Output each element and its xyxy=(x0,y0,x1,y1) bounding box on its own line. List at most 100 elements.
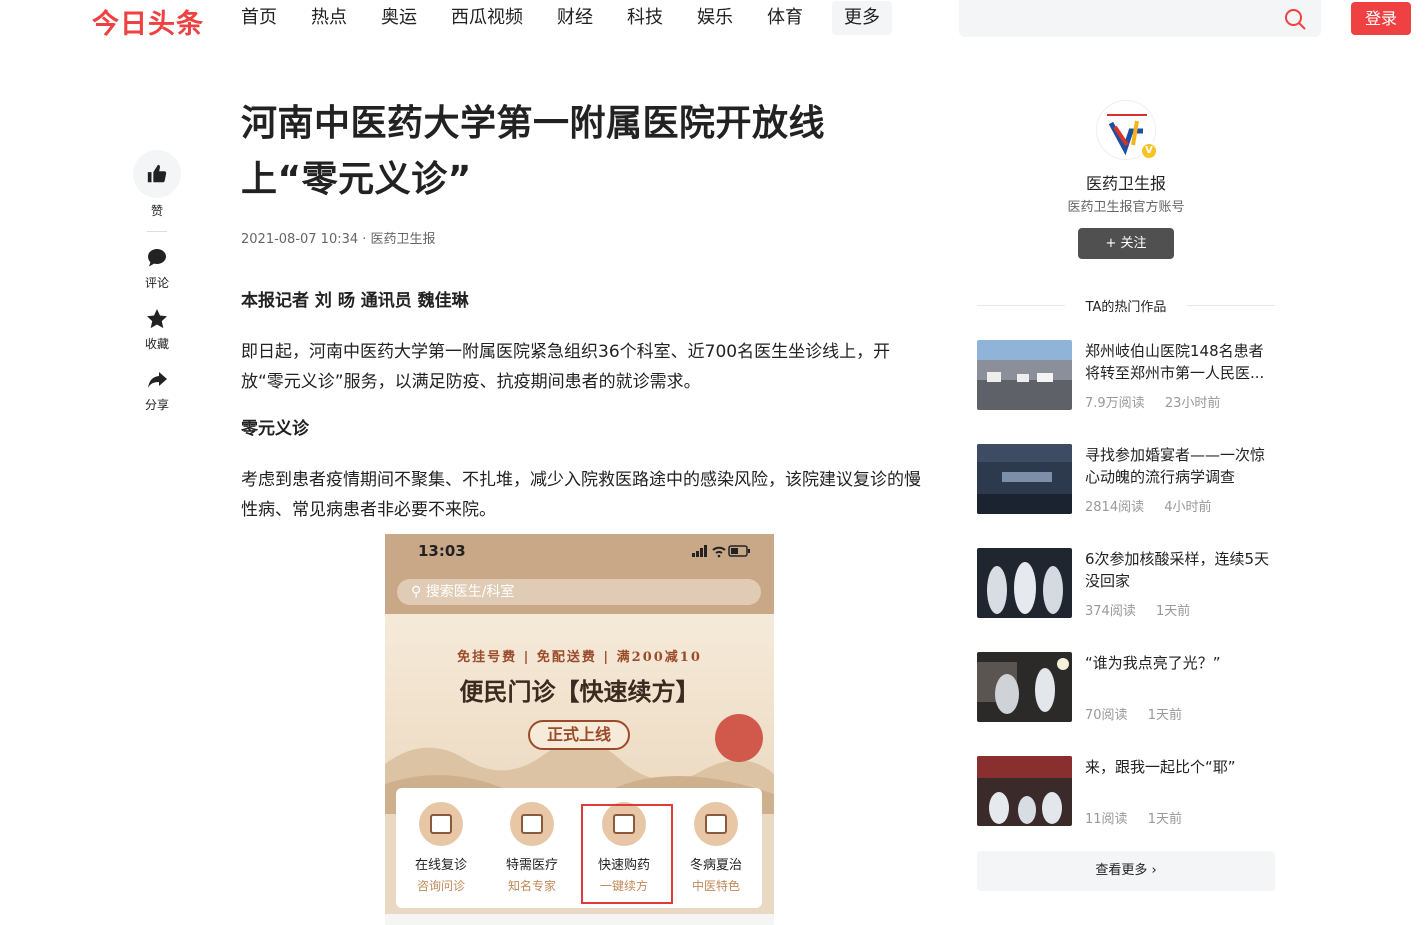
search-input[interactable] xyxy=(971,6,1271,32)
see-more-label: 查看更多 xyxy=(1095,863,1148,878)
comment-label: 评论 xyxy=(144,276,169,290)
author-name[interactable]: 医药卫生报 xyxy=(977,170,1275,194)
hot-work-reads: 2814阅读 xyxy=(1085,500,1145,515)
hot-work-reads: 11阅读 xyxy=(1085,812,1128,827)
hot-work-item[interactable]: 郑州岐伯山医院148名患者将转至郑州市第一人民医... 7.9万阅读 23小时前 xyxy=(977,340,1275,444)
hot-work-item[interactable]: 寻找参加婚宴者——一次惊心动魄的流行病学调查 2814阅读 4小时前 xyxy=(977,444,1275,548)
hot-work-item[interactable]: 6次参加核酸采样，连续5天没回家 374阅读 1天前 xyxy=(977,548,1275,652)
nav-more-button[interactable]: 更多 xyxy=(832,1,892,35)
hot-work-title[interactable]: 6次参加核酸采样，连续5天没回家 xyxy=(1085,548,1275,592)
hot-work-item[interactable]: 来，跟我一起比个“耶” 11阅读 1天前 xyxy=(977,756,1275,860)
hot-work-time: 23小时前 xyxy=(1164,396,1221,411)
article-paragraph: 考虑到患者疫情期间不聚集、不扎堆，减少入院救医路途中的感染风险，该院建议复诊的慢… xyxy=(241,470,921,520)
share-icon xyxy=(148,372,167,388)
follow-button[interactable]: + 关注 xyxy=(1078,228,1174,259)
signal-wifi-battery-icon xyxy=(692,545,750,558)
service-winter-summer: 冬病夏治 中医特色 xyxy=(671,802,761,894)
hot-work-reads: 374阅读 xyxy=(1085,604,1136,619)
hot-work-title[interactable]: 郑州岐伯山医院148名患者将转至郑州市第一人民医... xyxy=(1085,340,1275,384)
article-actions: 赞 评论 收藏 分享 xyxy=(132,150,182,429)
hot-work-thumbnail[interactable] xyxy=(977,756,1072,826)
chevron-right-icon: › xyxy=(1151,863,1157,878)
hot-work-reads: 7.9万阅读 xyxy=(1085,396,1145,411)
star-icon xyxy=(147,309,167,329)
hot-work-reads: 70阅读 xyxy=(1085,708,1128,723)
main-nav: 首页 热点 奥运 西瓜视频 财经 科技 娱乐 体育 更多 xyxy=(228,0,900,36)
hot-work-thumbnail[interactable] xyxy=(977,652,1072,722)
share-button[interactable]: 分享 xyxy=(132,368,182,413)
dice-icon xyxy=(694,802,738,846)
comment-icon xyxy=(148,249,166,267)
like-label: 赞 xyxy=(150,204,163,218)
site-logo[interactable]: 今日头条 xyxy=(92,2,204,41)
hot-work-thumbnail[interactable] xyxy=(977,340,1072,410)
login-button[interactable]: 登录 xyxy=(1351,2,1411,35)
service-sub: 知名专家 xyxy=(507,879,556,893)
service-name: 冬病夏治 xyxy=(689,858,742,873)
service-highlight-box xyxy=(581,804,673,904)
hot-work-time: 1天前 xyxy=(1155,604,1191,619)
like-button[interactable] xyxy=(133,150,181,198)
hot-work-time: 1天前 xyxy=(1147,708,1182,723)
comment-button[interactable]: 评论 xyxy=(132,246,182,291)
nav-item-olympics[interactable]: 奥运 xyxy=(368,1,430,35)
hot-work-time: 1天前 xyxy=(1147,812,1182,827)
service-sub: 咨询问诊 xyxy=(416,879,465,893)
phone-search-placeholder: 搜索医生/科室 xyxy=(425,584,515,600)
hot-work-time: 4小时前 xyxy=(1164,500,1212,515)
author-description: 医药卫生报官方账号 xyxy=(1067,200,1185,215)
favorite-button[interactable]: 收藏 xyxy=(132,307,182,352)
phone-banner-badge: 正式上线 xyxy=(528,720,630,750)
phone-bottom-strip xyxy=(385,914,774,925)
article-byline: 本报记者 刘 旸 通讯员 魏佳琳 xyxy=(241,291,469,311)
hot-work-item[interactable]: “谁为我点亮了光？” 70阅读 1天前 xyxy=(977,652,1275,756)
hot-work-title[interactable]: “谁为我点亮了光？” xyxy=(1085,652,1275,674)
thumbs-up-icon xyxy=(147,164,167,183)
see-more-button[interactable]: 查看更多 › xyxy=(977,851,1275,891)
hot-work-stats: 7.9万阅读 23小时前 xyxy=(1085,392,1236,411)
service-special-medical: 特需医疗 知名专家 xyxy=(487,802,577,894)
hot-work-thumbnail[interactable] xyxy=(977,444,1072,514)
hot-work-stats: 11阅读 1天前 xyxy=(1085,808,1198,827)
top-header: 今日头条 首页 热点 奥运 西瓜视频 财经 科技 娱乐 体育 更多 登录 xyxy=(0,0,1425,40)
action-divider xyxy=(147,231,167,232)
phone-banner-title: 便民门诊【快速续方】 xyxy=(459,677,700,706)
nav-item-hot[interactable]: 热点 xyxy=(298,1,360,35)
service-online-revisit: 在线复诊 咨询问诊 xyxy=(396,802,486,894)
nav-item-finance[interactable]: 财经 xyxy=(544,1,606,35)
phone-banner-tags: 免挂号费 | 免配送费 | 满200减10 xyxy=(457,650,702,665)
phone-status-icons xyxy=(692,544,750,561)
hot-work-stats: 374阅读 1天前 xyxy=(1085,600,1206,619)
phone-search-icon: ⚲ xyxy=(411,584,422,600)
nav-item-sports[interactable]: 体育 xyxy=(754,1,816,35)
nav-item-xigua-video[interactable]: 西瓜视频 xyxy=(438,1,536,35)
search-icon[interactable] xyxy=(1283,7,1307,31)
sun-illustration xyxy=(715,714,763,762)
service-name: 在线复诊 xyxy=(414,858,467,873)
verified-badge-icon: V xyxy=(1140,142,1158,160)
hot-work-title[interactable]: 来，跟我一起比个“耶” xyxy=(1085,756,1275,778)
article-title: 河南中医药大学第一附属医院开放线上“零元义诊” xyxy=(241,103,826,200)
phone-banner: 免挂号费 | 免配送费 | 满200减10 便民门诊【快速续方】 正式上线 xyxy=(385,614,774,814)
divider-line xyxy=(1187,305,1275,306)
hot-work-title[interactable]: 寻找参加婚宴者——一次惊心动魄的流行病学调查 xyxy=(1085,444,1275,488)
article-paragraph: 即日起，河南中医药大学第一附属医院紧急组织36个科室、近700名医生坐诊线上，开… xyxy=(241,342,891,392)
hot-work-stats: 70阅读 1天前 xyxy=(1085,704,1198,723)
hot-work-thumbnail[interactable] xyxy=(977,548,1072,618)
phone-time: 13:03 xyxy=(418,542,466,560)
phone-header: 13:03 ⚲ 搜索医生/科室 xyxy=(385,534,774,614)
hot-works-list: 郑州岐伯山医院148名患者将转至郑州市第一人民医... 7.9万阅读 23小时前… xyxy=(977,340,1275,860)
service-sub: 中医特色 xyxy=(691,879,740,893)
article-body: 河南中医药大学第一附属医院开放线上“零元义诊” 2021-08-07 10:34… xyxy=(241,96,921,525)
hot-work-stats: 2814阅读 4小时前 xyxy=(1085,496,1228,515)
article-meta: 2021-08-07 10:34 · 医药卫生报 xyxy=(241,232,436,247)
nav-item-home[interactable]: 首页 xyxy=(228,1,290,35)
service-name: 特需医疗 xyxy=(505,858,558,873)
article-image-phone-screenshot[interactable]: 13:03 ⚲ 搜索医生/科室 免挂号费 | 免配送费 | 满200减10 便民… xyxy=(385,534,774,925)
nav-item-entertainment[interactable]: 娱乐 xyxy=(684,1,746,35)
nav-item-tech[interactable]: 科技 xyxy=(614,1,676,35)
clipboard-check-icon xyxy=(419,802,463,846)
article-subheading: 零元义诊 xyxy=(241,419,309,439)
search-box xyxy=(959,0,1321,37)
phone-search-bar: ⚲ 搜索医生/科室 xyxy=(397,579,761,605)
